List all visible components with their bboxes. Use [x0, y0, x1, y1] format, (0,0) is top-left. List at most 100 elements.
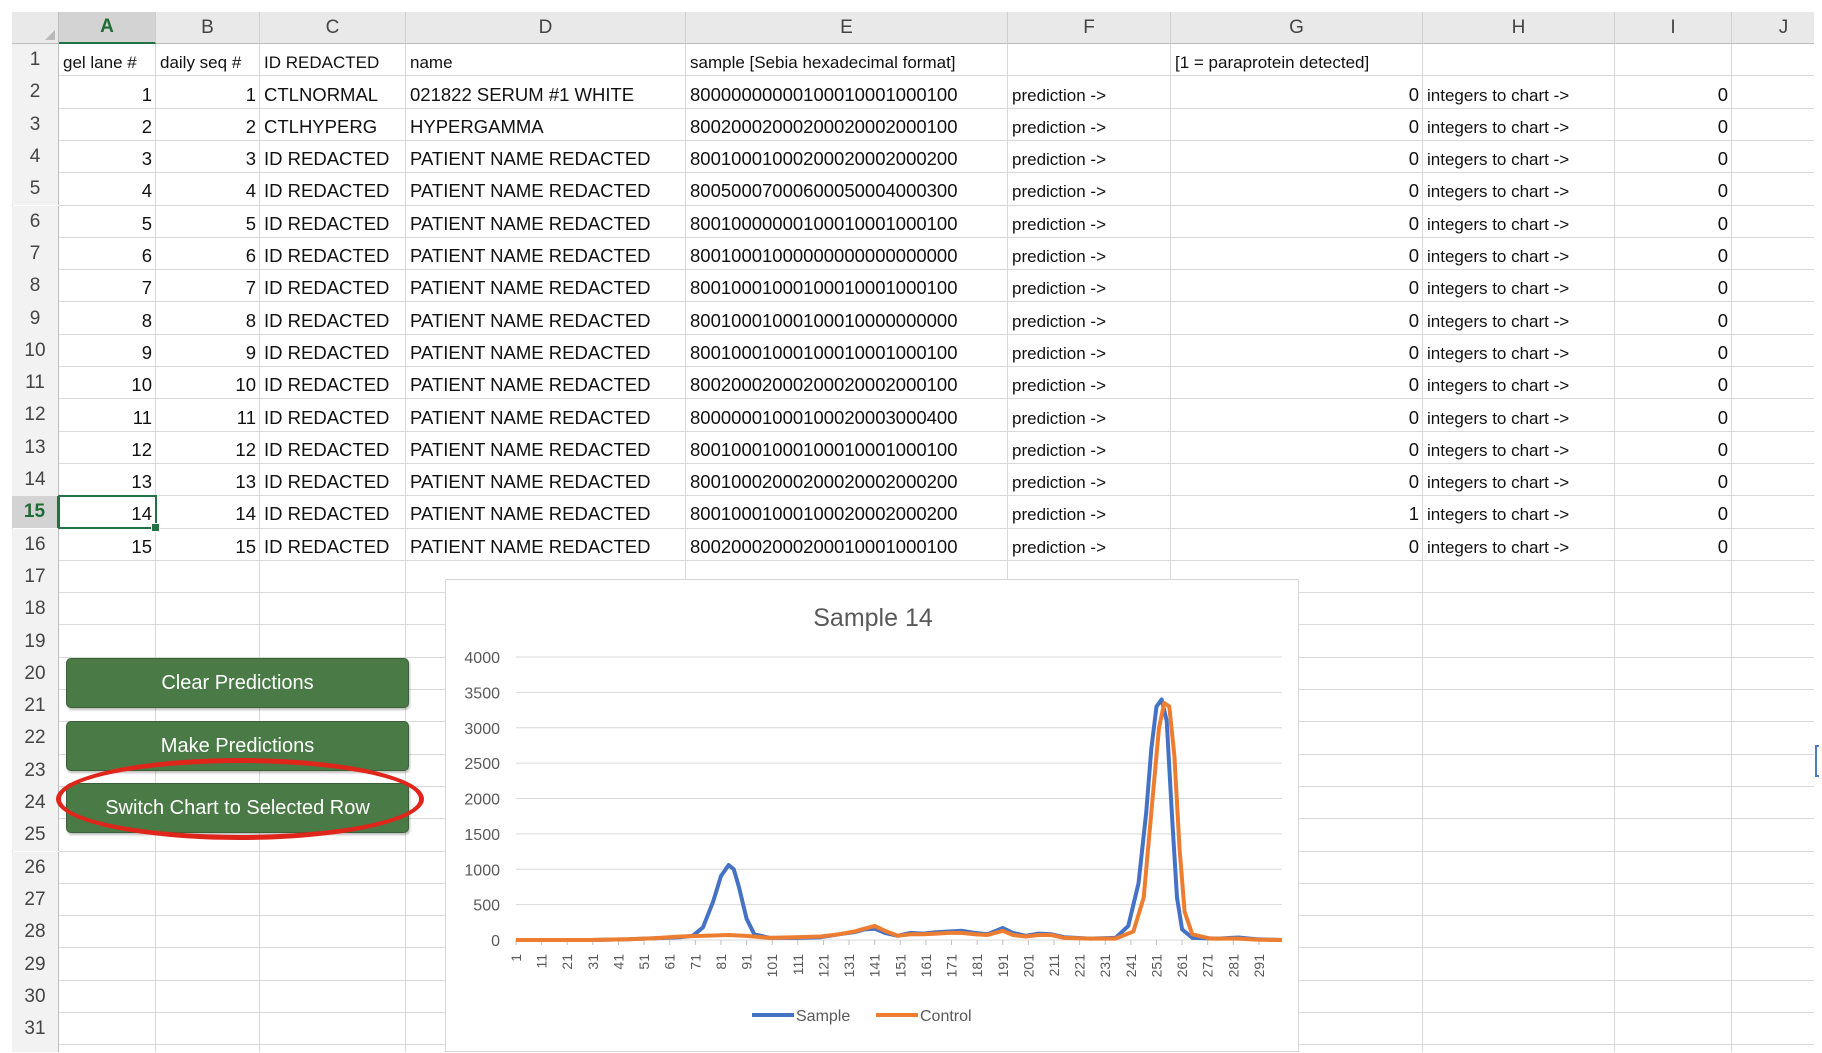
cell-j6[interactable]: 0	[1732, 206, 1814, 238]
cell-j9[interactable]: 1	[1732, 302, 1814, 334]
cell-d6[interactable]: PATIENT NAME REDACTED	[406, 206, 686, 238]
cell-j8[interactable]: 1	[1732, 270, 1814, 302]
cell-a3[interactable]: 2	[59, 109, 156, 141]
cell-e10[interactable]: 80010001000100010001000100	[686, 335, 1008, 367]
cell-i8[interactable]: 0	[1615, 270, 1732, 302]
row-header-31[interactable]: 31	[12, 1013, 59, 1046]
cell-i11[interactable]: 0	[1615, 367, 1732, 399]
cell-a5[interactable]: 4	[59, 173, 156, 205]
cell-a13[interactable]: 12	[59, 432, 156, 464]
cell-f8[interactable]: prediction ->	[1008, 270, 1171, 302]
cell-f11[interactable]: prediction ->	[1008, 367, 1171, 399]
cell-g10[interactable]: 0	[1171, 335, 1423, 367]
cell-g2[interactable]: 0	[1171, 76, 1423, 108]
cell-h8[interactable]: integers to chart ->	[1423, 270, 1615, 302]
cell-c15[interactable]: ID REDACTED	[260, 496, 406, 528]
cell-i7[interactable]: 0	[1615, 238, 1732, 270]
cell-i4[interactable]: 0	[1615, 141, 1732, 173]
row-header-25[interactable]: 25	[12, 819, 59, 852]
cell-e9[interactable]: 80010001000100010000000000	[686, 302, 1008, 334]
cell-i12[interactable]: 0	[1615, 399, 1732, 431]
column-header-i[interactable]: I	[1615, 12, 1732, 44]
cell-j2[interactable]: 0	[1732, 76, 1814, 108]
cell-d5[interactable]: PATIENT NAME REDACTED	[406, 173, 686, 205]
header-cell-c[interactable]: ID REDACTED	[260, 44, 406, 76]
row-header-28[interactable]: 28	[12, 916, 59, 949]
cell-e6[interactable]: 80010000000100010001000100	[686, 206, 1008, 238]
cell-f14[interactable]: prediction ->	[1008, 464, 1171, 496]
column-header-h[interactable]: H	[1423, 12, 1615, 44]
cell-h15[interactable]: integers to chart ->	[1423, 496, 1615, 528]
cell-c6[interactable]: ID REDACTED	[260, 206, 406, 238]
cell-j4[interactable]: 1	[1732, 141, 1814, 173]
cell-c13[interactable]: ID REDACTED	[260, 432, 406, 464]
column-header-d[interactable]: D	[406, 12, 686, 44]
cell-a15[interactable]: 14	[59, 496, 156, 528]
row-header-29[interactable]: 29	[12, 948, 59, 981]
cell-d8[interactable]: PATIENT NAME REDACTED	[406, 270, 686, 302]
cell-i13[interactable]: 0	[1615, 432, 1732, 464]
cell-h14[interactable]: integers to chart ->	[1423, 464, 1615, 496]
cell-c11[interactable]: ID REDACTED	[260, 367, 406, 399]
cell-c4[interactable]: ID REDACTED	[260, 141, 406, 173]
cell-a9[interactable]: 8	[59, 302, 156, 334]
row-header-22[interactable]: 22	[12, 722, 59, 755]
cell-g8[interactable]: 0	[1171, 270, 1423, 302]
row-header-16[interactable]: 16	[12, 528, 59, 561]
cell-b6[interactable]: 5	[156, 206, 260, 238]
cell-e13[interactable]: 80010001000100010001000100	[686, 432, 1008, 464]
header-cell-g[interactable]: [1 = paraprotein detected]	[1171, 44, 1423, 76]
row-header-15[interactable]: 15	[12, 496, 59, 529]
cell-a11[interactable]: 10	[59, 367, 156, 399]
cell-j3[interactable]: 2	[1732, 109, 1814, 141]
cell-f12[interactable]: prediction ->	[1008, 399, 1171, 431]
header-cell-h[interactable]	[1423, 44, 1615, 76]
cell-j7[interactable]: 1	[1732, 238, 1814, 270]
cell-d4[interactable]: PATIENT NAME REDACTED	[406, 141, 686, 173]
cell-g16[interactable]: 0	[1171, 529, 1423, 561]
cell-d9[interactable]: PATIENT NAME REDACTED	[406, 302, 686, 334]
cell-g12[interactable]: 0	[1171, 399, 1423, 431]
row-header-30[interactable]: 30	[12, 980, 59, 1013]
cell-i10[interactable]: 0	[1615, 335, 1732, 367]
row-header-8[interactable]: 8	[12, 270, 59, 303]
cell-a10[interactable]: 9	[59, 335, 156, 367]
cell-g7[interactable]: 0	[1171, 238, 1423, 270]
header-cell-b[interactable]: daily seq #	[156, 44, 260, 76]
cell-f9[interactable]: prediction ->	[1008, 302, 1171, 334]
cell-h12[interactable]: integers to chart ->	[1423, 399, 1615, 431]
cell-h2[interactable]: integers to chart ->	[1423, 76, 1615, 108]
cell-a16[interactable]: 15	[59, 529, 156, 561]
row-header-9[interactable]: 9	[12, 302, 59, 335]
cell-h6[interactable]: integers to chart ->	[1423, 206, 1615, 238]
cell-j11[interactable]: 2	[1732, 367, 1814, 399]
cell-b8[interactable]: 7	[156, 270, 260, 302]
cell-b13[interactable]: 12	[156, 432, 260, 464]
cell-g4[interactable]: 0	[1171, 141, 1423, 173]
row-header-32[interactable]: 32	[12, 1045, 59, 1052]
cell-h4[interactable]: integers to chart ->	[1423, 141, 1615, 173]
row-header-12[interactable]: 12	[12, 399, 59, 432]
header-cell-e[interactable]: sample [Sebia hexadecimal format]	[686, 44, 1008, 76]
column-header-j[interactable]: J	[1732, 12, 1814, 44]
row-header-7[interactable]: 7	[12, 237, 59, 271]
cell-e3[interactable]: 80020002000200020002000100	[686, 109, 1008, 141]
cell-b2[interactable]: 1	[156, 76, 260, 108]
cell-b12[interactable]: 11	[156, 399, 260, 431]
cell-d16[interactable]: PATIENT NAME REDACTED	[406, 529, 686, 561]
cell-h3[interactable]: integers to chart ->	[1423, 109, 1615, 141]
cell-g6[interactable]: 0	[1171, 206, 1423, 238]
row-header-21[interactable]: 21	[12, 690, 59, 723]
cell-f5[interactable]: prediction ->	[1008, 173, 1171, 205]
row-header-3[interactable]: 3	[12, 108, 59, 141]
cell-a12[interactable]: 11	[59, 399, 156, 431]
cell-d15[interactable]: PATIENT NAME REDACTED	[406, 496, 686, 528]
column-header-e[interactable]: E	[686, 12, 1008, 44]
cell-c10[interactable]: ID REDACTED	[260, 335, 406, 367]
cell-f6[interactable]: prediction ->	[1008, 206, 1171, 238]
cell-d13[interactable]: PATIENT NAME REDACTED	[406, 432, 686, 464]
row-header-14[interactable]: 14	[12, 463, 59, 497]
cell-j13[interactable]: 1	[1732, 432, 1814, 464]
cell-b16[interactable]: 15	[156, 529, 260, 561]
cell-f10[interactable]: prediction ->	[1008, 335, 1171, 367]
